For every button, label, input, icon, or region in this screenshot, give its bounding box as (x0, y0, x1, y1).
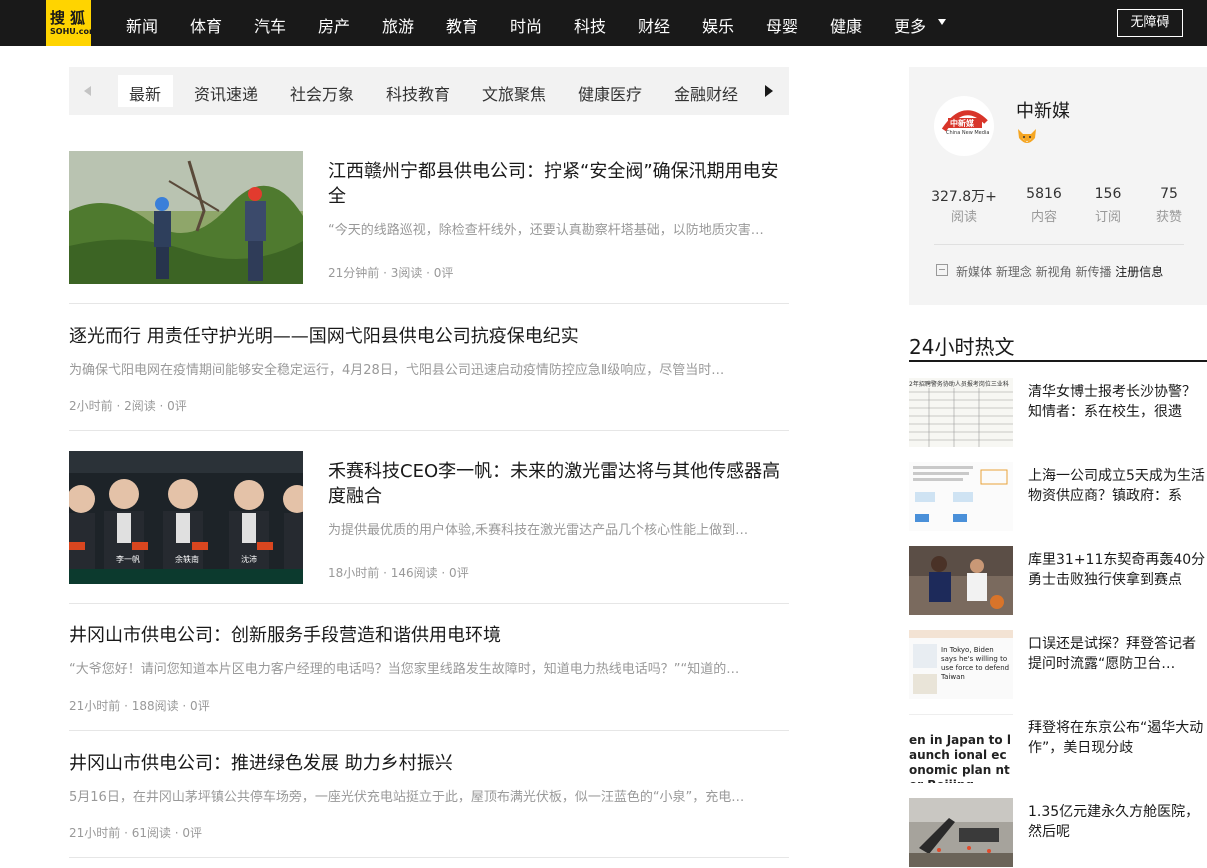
stat-reads-value: 327.8万+ (931, 189, 997, 205)
nav-item-sports[interactable]: 体育 (190, 13, 222, 37)
author-desc-text: 新媒体 新理念 新视角 新传播 (956, 265, 1112, 279)
article-title[interactable]: 逐光而行 用责任守护光明——国网弋阳县供电公司抗疫保电纪实 (69, 324, 789, 349)
nav-item-education[interactable]: 教育 (446, 13, 478, 37)
article-summary: “今天的线路巡视，除检查杆线外，还要认真勘察杆塔基础，以防地质灾害… (328, 223, 764, 238)
tab-society[interactable]: 社会万象 (290, 81, 354, 105)
hot-thumb-text: 2年招聘警务协助人员报考岗位三业科 (909, 381, 1009, 388)
hot-item-title[interactable]: 拜登将在东京公布“遏华大动作”，美日现分歧 (1028, 718, 1207, 758)
hot-item-title[interactable]: 口误还是试探？拜登答记者提问时流露“愿防卫台… (1028, 634, 1207, 674)
tab-news-express[interactable]: 资讯速递 (194, 81, 258, 105)
hot-thumb-text: en in Japan to launch ional economic pla… (909, 733, 1011, 783)
thumb-label: 余轶南 (175, 555, 199, 564)
top-navbar: 搜狐 SOHU.com 新闻 体育 汽车 房产 旅游 教育 时尚 科技 财经 娱… (0, 0, 1207, 46)
article-summary: “大爷您好！请问您知道本片区电力客户经理的电话吗？当您家里线路发生故障时，知道电… (69, 662, 740, 677)
sohu-logo[interactable]: 搜狐 SOHU.com (46, 0, 97, 46)
hot-thumb-text: In Tokyo, Biden says he's willing to use… (941, 646, 1010, 681)
card-divider (934, 244, 1184, 245)
nav-item-finance[interactable]: 财经 (638, 13, 670, 37)
divider (69, 603, 789, 604)
nav-item-news[interactable]: 新闻 (126, 13, 158, 37)
hot-item-thumbnail[interactable]: In Tokyo, Biden says he's willing to use… (909, 630, 1013, 699)
hot-list-title: 24小时热文 (909, 335, 1015, 359)
divider (69, 730, 789, 731)
nav-item-more[interactable]: 更多 (894, 13, 926, 37)
hot-item-thumbnail[interactable] (909, 798, 1013, 867)
stat-content-label: 内容 (1030, 210, 1057, 225)
hot-item-title[interactable]: 上海一公司成立5天成为生活物资供应商？镇政府：系此… (1028, 466, 1207, 506)
logo-cn-text: 搜狐 (50, 9, 91, 27)
register-info-link[interactable]: 注册信息 (1115, 265, 1163, 279)
article-meta: 21小时前 · 188阅读 · 0评 (69, 699, 210, 713)
article-meta: 2小时前 · 2阅读 · 0评 (69, 399, 187, 413)
article-title[interactable]: 江西赣州宁都县供电公司：拧紧“安全阀”确保汛期用电安全 (328, 159, 788, 209)
divider (69, 303, 789, 304)
avatar-logo-subtext: China New Media (946, 130, 990, 136)
stat-likes-label: 获赞 (1155, 210, 1182, 225)
tab-tech-education[interactable]: 科技教育 (386, 81, 450, 105)
article-summary: 为确保弋阳电网在疫情期间能够安全稳定运行，4月28日，弋阳县公司迅速启动疫情防控… (69, 363, 725, 378)
article-meta: 21小时前 · 61阅读 · 0评 (69, 826, 203, 840)
divider (69, 857, 789, 858)
hot-item-title[interactable]: 清华女博士报考长沙协警？知情者：系在校生，很遗憾… (1028, 382, 1207, 422)
tab-health-medical[interactable]: 健康医疗 (578, 81, 642, 105)
thumb-label: 沈沛 (241, 555, 257, 564)
stat-likes-value: 75 (1160, 186, 1178, 202)
hot-item-thumbnail[interactable] (909, 462, 1013, 531)
hot-item-title[interactable]: 库里31+11东契奇再轰40分 勇士击败独行侠拿到赛点 (1028, 550, 1207, 590)
hot-item-thumbnail[interactable]: 2年招聘警务协助人员报考岗位三业科 (909, 378, 1013, 447)
nav-item-house[interactable]: 房产 (318, 13, 350, 37)
article-title[interactable]: 井冈山市供电公司：创新服务手段营造和谐供用电环境 (69, 623, 789, 648)
stat-content-value: 5816 (1026, 186, 1062, 202)
accessibility-button[interactable]: 无障碍 (1117, 9, 1183, 37)
nav-item-entertainment[interactable]: 娱乐 (702, 13, 734, 37)
logo-en-text: SOHU.com (50, 27, 98, 36)
tabs-next-arrow-icon[interactable] (765, 85, 773, 97)
nav-item-baby[interactable]: 母婴 (766, 13, 798, 37)
fox-badge-icon (1018, 129, 1036, 143)
hot-list-underline (909, 360, 1207, 362)
divider (69, 430, 789, 431)
article-thumbnail[interactable]: 李一帆 余轶南 沈沛 (69, 451, 303, 584)
tab-latest[interactable]: 最新 (129, 81, 161, 105)
avatar-logo-text: 中新媒 (950, 119, 974, 128)
article-title[interactable]: 井冈山市供电公司：推进绿色发展 助力乡村振兴 (69, 751, 789, 776)
author-description: 新媒体 新理念 新视角 新传播 注册信息 (956, 263, 1163, 280)
author-avatar[interactable]: 中新媒 China New Media (934, 96, 994, 156)
caret-down-icon[interactable] (938, 19, 946, 25)
article-thumbnail[interactable] (69, 151, 303, 284)
article-title[interactable]: 禾赛科技CEO李一帆：未来的激光雷达将与其他传感器高度融合 (328, 459, 788, 509)
author-name[interactable]: 中新媒 (1016, 97, 1070, 123)
nav-item-fashion[interactable]: 时尚 (510, 13, 542, 37)
tab-culture-travel[interactable]: 文旅聚焦 (482, 81, 546, 105)
article-meta: 18小时前 · 146阅读 · 0评 (328, 566, 469, 580)
hot-item-title[interactable]: 1.35亿元建永久方舱医院，然后呢 (1028, 802, 1207, 842)
article-meta: 21分钟前 · 3阅读 · 0评 (328, 266, 454, 280)
thumb-label: 李一帆 (116, 555, 140, 564)
tab-finance[interactable]: 金融财经 (674, 81, 738, 105)
stat-subscribe-value: 156 (1094, 186, 1122, 202)
article-summary: 为提供最优质的用户体验,禾赛科技在激光雷达产品几个核心性能上做到… (328, 523, 749, 538)
nav-item-travel[interactable]: 旅游 (382, 13, 414, 37)
document-icon (936, 264, 948, 276)
tabs-prev-arrow-icon[interactable] (84, 86, 91, 96)
hot-item-thumbnail[interactable] (909, 546, 1013, 615)
stat-reads-label: 阅读 (950, 210, 977, 225)
nav-item-health[interactable]: 健康 (830, 13, 862, 37)
article-summary: 5月16日，在井冈山茅坪镇公共停车场旁，一座光伏充电站挺立于此，屋顶布满光伏板，… (69, 790, 745, 805)
nav-item-auto[interactable]: 汽车 (254, 13, 286, 37)
stat-subscribe-label: 订阅 (1094, 210, 1121, 225)
hot-item-thumbnail[interactable]: en in Japan to launch ional economic pla… (909, 714, 1013, 783)
nav-item-tech[interactable]: 科技 (574, 13, 606, 37)
